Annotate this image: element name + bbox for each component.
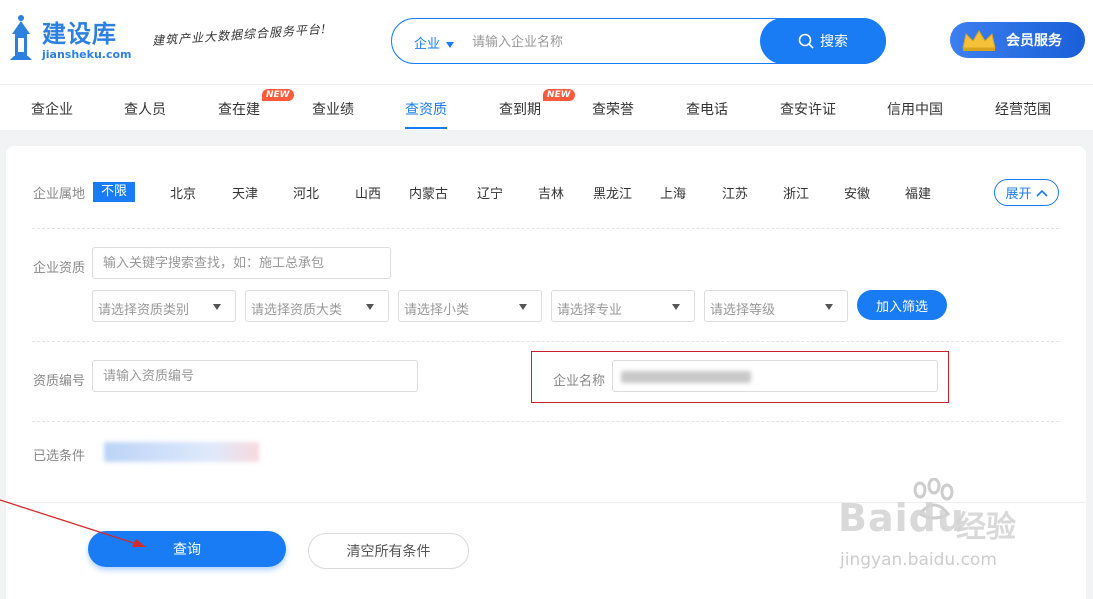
- region-option[interactable]: 江苏: [722, 183, 748, 202]
- region-option[interactable]: 黑龙江: [593, 183, 632, 202]
- nav-item-label: 查业绩: [312, 102, 354, 118]
- divider: [32, 228, 1059, 229]
- region-option[interactable]: 上海: [660, 183, 686, 202]
- region-label: 企业属地: [33, 187, 86, 202]
- new-badge: NEW: [543, 89, 575, 101]
- nav-item-safety-license[interactable]: 查安许证: [780, 99, 836, 119]
- nav-item-label: 查资质: [405, 102, 447, 118]
- region-option[interactable]: 福建: [905, 183, 931, 202]
- nav-item-performance[interactable]: 查业绩: [312, 99, 354, 119]
- logo-subtitle: jiansheku.com: [42, 48, 132, 61]
- region-option[interactable]: 河北: [293, 183, 319, 202]
- search-button[interactable]: 搜索: [760, 18, 886, 64]
- expand-label: 展开: [1005, 187, 1032, 202]
- nav-item-label: 查电话: [686, 102, 728, 118]
- cert-no-label: 资质编号: [33, 374, 86, 389]
- nav-item-label: 查安许证: [780, 102, 836, 118]
- header: 建设库 jiansheku.com 建筑产业大数据综合服务平台! 企业 搜索 会…: [0, 0, 1093, 84]
- site-logo[interactable]: 建设库 jiansheku.com: [4, 10, 132, 66]
- baidu-watermark: Baidu 经验 jingyan.baidu.com: [838, 478, 1038, 578]
- region-option[interactable]: 山西: [355, 183, 381, 202]
- company-name-input[interactable]: [612, 360, 938, 392]
- chevron-down-icon: [519, 304, 527, 310]
- nav-item-label: 信用中国: [887, 102, 943, 118]
- chevron-down-icon: [672, 304, 680, 310]
- member-service-label: 会员服务: [1006, 33, 1062, 49]
- member-service-button[interactable]: 会员服务: [950, 22, 1085, 58]
- nav-item-label: 查企业: [31, 102, 73, 118]
- search-type-dropdown[interactable]: 企业: [414, 33, 455, 52]
- slogan: 建筑产业大数据综合服务平台!: [151, 21, 328, 49]
- cert-no-input[interactable]: [92, 360, 418, 392]
- qualification-category-select[interactable]: 请选择资质类别: [92, 290, 236, 322]
- selected-condition-tag[interactable]: [104, 442, 259, 462]
- watermark-logo: Baidu: [838, 496, 965, 540]
- qualification-minor-class-select[interactable]: 请选择小类: [398, 290, 542, 322]
- nav-item-label: 查在建: [218, 102, 260, 118]
- region-option[interactable]: 安徽: [844, 183, 870, 202]
- nav-item-label: 查荣誉: [592, 102, 634, 118]
- watermark-logo-text: Bai: [838, 496, 909, 540]
- region-option[interactable]: 天津: [232, 183, 258, 202]
- select-value: 请选择资质大类: [251, 303, 343, 318]
- search-icon: [798, 33, 814, 49]
- qualification-grade-select[interactable]: 请选择等级: [704, 290, 848, 322]
- logo-title: 建设库: [42, 20, 117, 48]
- crown-icon: [962, 30, 996, 51]
- nav-item-business-scope[interactable]: 经营范围: [995, 99, 1051, 119]
- region-option[interactable]: 吉林: [538, 183, 564, 202]
- nav-item-label: 经营范围: [995, 102, 1051, 118]
- qualification-search-input[interactable]: [92, 247, 391, 279]
- divider: [32, 421, 1059, 422]
- select-value: 请选择专业: [557, 303, 623, 318]
- nav-item-qualification[interactable]: 查资质: [405, 99, 447, 129]
- qualification-specialty-select[interactable]: 请选择专业: [551, 290, 695, 322]
- search-type-label: 企业: [414, 37, 441, 52]
- select-value: 请选择资质类别: [98, 303, 190, 318]
- nav-item-ongoing-projects[interactable]: 查在建 NEW: [218, 89, 294, 119]
- chevron-up-icon: [1035, 189, 1048, 197]
- chevron-down-icon: [366, 304, 374, 310]
- clear-all-button[interactable]: 清空所有条件: [308, 533, 469, 569]
- search-button-label: 搜索: [820, 34, 848, 50]
- nav-item-personnel[interactable]: 查人员: [124, 99, 166, 119]
- selected-conditions-label: 已选条件: [33, 449, 86, 464]
- region-option[interactable]: 浙江: [783, 183, 809, 202]
- redacted-text: [621, 371, 751, 383]
- new-badge: NEW: [262, 89, 294, 101]
- search-input[interactable]: [472, 31, 752, 53]
- qualification-major-class-select[interactable]: 请选择资质大类: [245, 290, 389, 322]
- main-nav: 查企业 查人员 查在建 NEW 查业绩 查资质 查到期 NEW 查荣誉 查电话 查安…: [0, 84, 1093, 130]
- qualification-label: 企业资质: [33, 261, 86, 276]
- chevron-down-icon: [213, 304, 221, 310]
- search-box: 企业 搜索: [391, 18, 886, 64]
- watermark-cn: 经验: [956, 510, 1016, 545]
- divider: [32, 341, 1059, 342]
- expand-regions-button[interactable]: 展开: [994, 179, 1059, 206]
- nav-item-label: 查人员: [124, 102, 166, 118]
- nav-item-phone[interactable]: 查电话: [686, 99, 728, 119]
- chevron-down-icon: [825, 304, 833, 310]
- region-option[interactable]: 内蒙古: [409, 183, 448, 202]
- company-name-label: 企业名称: [553, 374, 606, 389]
- watermark-url: jingyan.baidu.com: [840, 550, 997, 570]
- query-button[interactable]: 查询: [88, 531, 286, 567]
- nav-item-company[interactable]: 查企业: [31, 99, 73, 119]
- nav-item-credit-china[interactable]: 信用中国: [887, 99, 943, 119]
- add-filter-button[interactable]: 加入筛选: [857, 290, 947, 320]
- logo-tower-icon: [10, 15, 32, 60]
- select-value: 请选择小类: [404, 303, 470, 318]
- region-option[interactable]: 辽宁: [477, 183, 503, 202]
- region-option[interactable]: 北京: [170, 183, 196, 202]
- region-option-all[interactable]: 不限: [93, 182, 135, 202]
- chevron-down-icon: [446, 41, 455, 48]
- nav-item-expiry[interactable]: 查到期 NEW: [499, 89, 575, 119]
- nav-item-label: 查到期: [499, 102, 541, 118]
- select-value: 请选择等级: [710, 303, 776, 318]
- nav-item-honors[interactable]: 查荣誉: [592, 99, 634, 119]
